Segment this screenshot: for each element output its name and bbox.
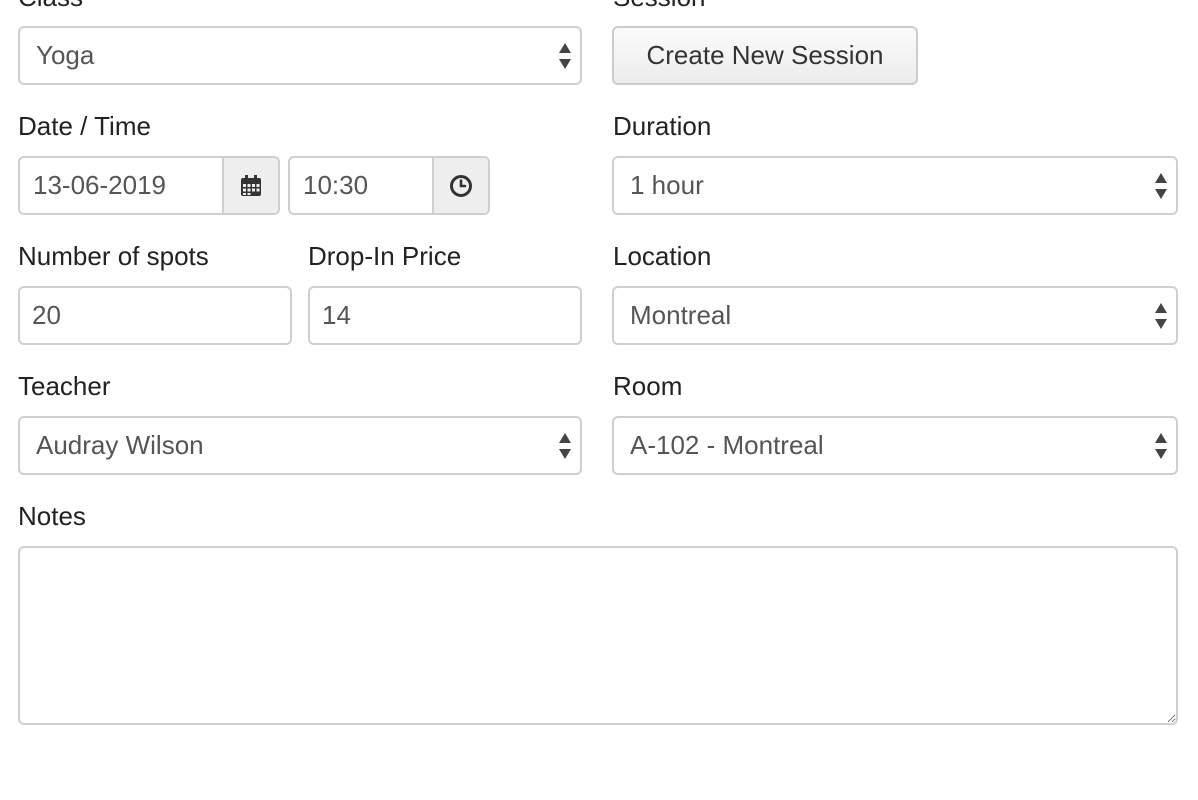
location-select[interactable]: Montreal [612, 286, 1178, 345]
create-new-session-button[interactable]: Create New Session [612, 26, 918, 85]
spots-label: Number of spots [18, 241, 209, 271]
select-arrows-icon [559, 43, 571, 69]
room-label: Room [613, 371, 683, 401]
time-value: 10:30 [303, 170, 369, 200]
spots-value: 20 [32, 300, 61, 330]
class-select-value: Yoga [36, 40, 95, 70]
location-select-value: Montreal [630, 300, 732, 330]
date-field[interactable]: 13-06-2019 [18, 156, 280, 215]
teacher-select-value: Audray Wilson [36, 430, 204, 460]
session-label: Session [613, 0, 706, 12]
class-select[interactable]: Yoga [18, 26, 582, 85]
teacher-label: Teacher [18, 371, 111, 401]
select-arrows-icon [1155, 173, 1167, 199]
time-picker-button[interactable] [432, 158, 488, 213]
select-arrows-icon [1155, 303, 1167, 329]
notes-textarea[interactable] [18, 546, 1178, 725]
notes-label: Notes [18, 501, 86, 531]
datetime-label: Date / Time [18, 111, 151, 141]
class-label: Class [18, 0, 83, 12]
room-select[interactable]: A-102 - Montreal [612, 416, 1178, 475]
duration-select[interactable]: 1 hour [612, 156, 1178, 215]
price-value: 14 [322, 300, 351, 330]
spots-input[interactable]: 20 [18, 286, 292, 345]
date-value: 13-06-2019 [33, 170, 166, 200]
duration-select-value: 1 hour [630, 170, 704, 200]
teacher-select[interactable]: Audray Wilson [18, 416, 582, 475]
date-picker-button[interactable] [222, 158, 278, 213]
price-input[interactable]: 14 [308, 286, 582, 345]
select-arrows-icon [559, 433, 571, 459]
select-arrows-icon [1155, 433, 1167, 459]
price-label: Drop-In Price [308, 241, 462, 271]
time-field[interactable]: 10:30 [288, 156, 490, 215]
duration-label: Duration [613, 111, 712, 141]
room-select-value: A-102 - Montreal [630, 430, 824, 460]
location-label: Location [613, 241, 712, 271]
clock-icon [450, 174, 472, 197]
calendar-icon [241, 174, 261, 196]
